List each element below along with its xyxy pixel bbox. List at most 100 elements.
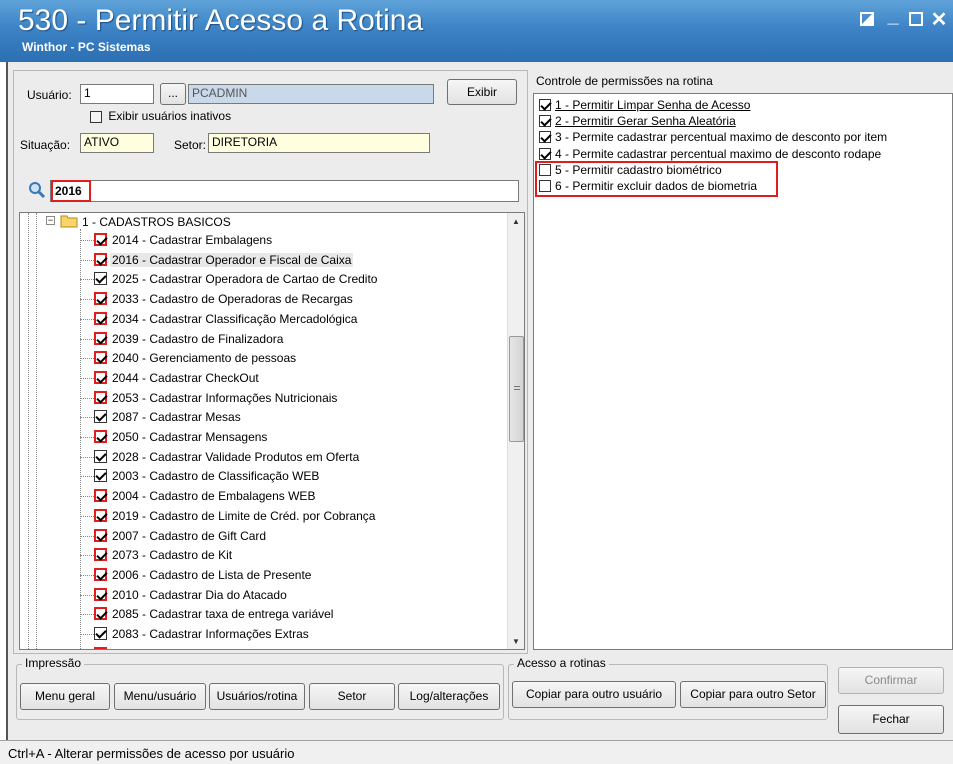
exibir-button[interactable]: Exibir xyxy=(447,79,517,105)
collapse-icon[interactable]: − xyxy=(46,216,55,225)
search-icon xyxy=(28,181,46,202)
setor-label: Setor: xyxy=(174,138,207,152)
tree-row[interactable]: 2040 - Gerenciamento de pessoas xyxy=(20,348,500,368)
tree-connector xyxy=(80,535,94,537)
tree-checkbox[interactable] xyxy=(94,331,107,345)
usuario-input[interactable]: 1 xyxy=(80,84,154,104)
usuario-lookup-button[interactable]: ... xyxy=(160,83,186,105)
tree-row[interactable]: 2033 - Cadastro de Operadoras de Recarga… xyxy=(20,289,500,309)
tree-checkbox[interactable] xyxy=(94,469,107,483)
log-alteracoes-button[interactable]: Log/alterações xyxy=(398,683,500,710)
tree-checkbox[interactable] xyxy=(94,508,107,522)
exibir-inativos-checkbox[interactable]: Exibir usuários inativos xyxy=(90,109,231,123)
usuario-label: Usuário: xyxy=(27,88,72,102)
tree-row[interactable]: 2007 - Cadastro de Gift Card xyxy=(20,526,500,546)
acesso-title: Acesso a rotinas xyxy=(514,656,609,670)
exibir-inativos-box[interactable] xyxy=(90,110,102,123)
tree-row[interactable]: 2028 - Cadastrar Validade Produtos em Of… xyxy=(20,447,500,467)
search-input[interactable] xyxy=(50,180,519,202)
tree-checkbox[interactable] xyxy=(94,430,107,443)
permission-checkbox[interactable] xyxy=(539,115,551,128)
permission-item[interactable]: 2 - Permitir Gerar Senha Aleatória xyxy=(539,114,736,128)
tree-checkbox[interactable] xyxy=(94,607,107,621)
tree-row[interactable]: 2073 - Cadastro de Kit xyxy=(20,545,500,565)
tree-checkbox[interactable] xyxy=(94,370,107,384)
tree-checkbox[interactable] xyxy=(94,410,107,424)
tree-row[interactable]: 2014 - Cadastrar Embalagens xyxy=(20,230,500,250)
usuarios-rotina-button[interactable]: Usuários/rotina xyxy=(209,683,305,710)
permission-checkbox[interactable] xyxy=(539,147,551,160)
window-title: 530 - Permitir Acesso a Rotina xyxy=(18,4,424,37)
status-bar: Ctrl+A - Alterar permissões de acesso po… xyxy=(0,740,953,764)
tree-row[interactable]: 2016 - Cadastrar Operador e Fiscal de Ca… xyxy=(20,250,500,270)
permission-item[interactable]: 4 - Permite cadastrar percentual maximo … xyxy=(539,147,881,161)
tree-item-label: 2087 - Cadastrar Mesas xyxy=(112,410,241,425)
tree-item-label: 2040 - Gerenciamento de pessoas xyxy=(112,351,297,366)
tree-checkbox[interactable] xyxy=(94,528,107,542)
tree-item-label: 2034 - Cadastrar Classificação Mercadoló… xyxy=(112,311,358,326)
scroll-up-icon[interactable]: ▲ xyxy=(512,217,520,226)
fechar-button[interactable]: Fechar xyxy=(838,705,944,734)
tree-row[interactable]: 2039 - Cadastro de Finalizadora xyxy=(20,329,500,349)
tree-connector xyxy=(80,515,94,517)
tree-row[interactable]: 2083 - Cadastrar Informações Extras xyxy=(20,624,500,644)
scroll-thumb[interactable] xyxy=(509,336,524,442)
permission-item[interactable]: 3 - Permite cadastrar percentual maximo … xyxy=(539,130,887,144)
tree-row[interactable]: 2034 - Cadastrar Classificação Mercadoló… xyxy=(20,309,500,329)
tree-connector xyxy=(80,634,94,635)
permissions-list[interactable]: 1 - Permitir Limpar Senha de Acesso 2 - P… xyxy=(533,93,953,650)
tree-checkbox[interactable] xyxy=(94,587,107,601)
tree-row[interactable]: 2019 - Cadastro de Limite de Créd. por C… xyxy=(20,506,500,526)
tree-checkbox[interactable] xyxy=(94,311,107,325)
tree-checkbox[interactable] xyxy=(94,646,107,649)
close-icon[interactable]: ✕ xyxy=(928,10,950,30)
minimize-icon[interactable]: _ xyxy=(882,6,904,26)
tree-row[interactable]: 2006 - Cadastro de Lista de Presente xyxy=(20,565,500,585)
scroll-down-icon[interactable]: ▼ xyxy=(512,637,520,646)
tree-checkbox[interactable] xyxy=(94,449,107,463)
permission-item[interactable]: 1 - Permitir Limpar Senha de Acesso xyxy=(539,98,750,112)
routine-tree[interactable]: − 1 - CADASTROS BASICOS 2014 - Cadastrar… xyxy=(19,212,525,650)
tree-row[interactable]: 2052 - Cadastro Parcel. /Classif. Mercad… xyxy=(20,644,500,649)
tree-checkbox[interactable] xyxy=(94,351,107,365)
tree-row[interactable]: 2085 - Cadastrar taxa de entrega variáve… xyxy=(20,604,500,624)
tree-checkbox[interactable] xyxy=(94,627,107,640)
permission-checkbox[interactable] xyxy=(539,131,551,144)
copiar-usuario-button[interactable]: Copiar para outro usuário xyxy=(512,681,676,708)
menu-usuario-button[interactable]: Menu/usuário xyxy=(114,683,206,710)
tree-scrollbar[interactable]: ▲ ▼ xyxy=(507,213,524,649)
tree-row[interactable]: 2050 - Cadastrar Mensagens xyxy=(20,427,500,447)
permission-label: 1 - Permitir Limpar Senha de Acesso xyxy=(555,98,751,112)
tree-row[interactable]: 2053 - Cadastrar Informações Nutricionai… xyxy=(20,388,500,408)
tree-item-label: 2006 - Cadastro de Lista de Presente xyxy=(112,567,312,582)
tree-checkbox[interactable] xyxy=(94,567,107,581)
tree-checkbox[interactable] xyxy=(94,390,107,404)
copiar-setor-button[interactable]: Copiar para outro Setor xyxy=(680,681,826,708)
tree-row[interactable]: 2010 - Cadastrar Dia do Atacado xyxy=(20,585,500,605)
tree-checkbox[interactable] xyxy=(94,292,107,306)
tree-checkbox[interactable] xyxy=(94,252,107,266)
permissions-title: Controle de permissões na rotina xyxy=(536,74,713,88)
tree-checkbox[interactable] xyxy=(94,233,107,246)
window-subtitle: Winthor - PC Sistemas xyxy=(22,40,151,54)
tree-checkbox[interactable] xyxy=(94,272,107,286)
tree-checkbox[interactable] xyxy=(94,489,107,503)
tree-row[interactable]: 2044 - Cadastrar CheckOut xyxy=(20,368,500,388)
maximize-icon[interactable] xyxy=(905,10,927,30)
tree-row[interactable]: 2003 - Cadastro de Classificação WEB xyxy=(20,466,500,486)
tree-connector xyxy=(80,279,94,281)
setor-button[interactable]: Setor xyxy=(309,683,395,710)
menu-geral-button[interactable]: Menu geral xyxy=(20,683,110,710)
permission-checkbox[interactable] xyxy=(539,99,551,111)
tree-connector xyxy=(80,496,94,498)
usuario-name-field: PCADMIN xyxy=(188,84,434,104)
tree-connector xyxy=(80,456,94,458)
tree-row[interactable]: 2004 - Cadastro de Embalagens WEB xyxy=(20,486,500,506)
tree-row[interactable]: 2087 - Cadastrar Mesas xyxy=(20,407,500,427)
restore-icon[interactable] xyxy=(856,10,878,30)
folder-icon xyxy=(60,214,78,231)
confirmar-button[interactable]: Confirmar xyxy=(838,667,944,694)
tree-checkbox[interactable] xyxy=(94,548,107,562)
tree-connector xyxy=(80,377,94,379)
tree-row[interactable]: 2025 - Cadastrar Operadora de Cartao de … xyxy=(20,269,500,289)
